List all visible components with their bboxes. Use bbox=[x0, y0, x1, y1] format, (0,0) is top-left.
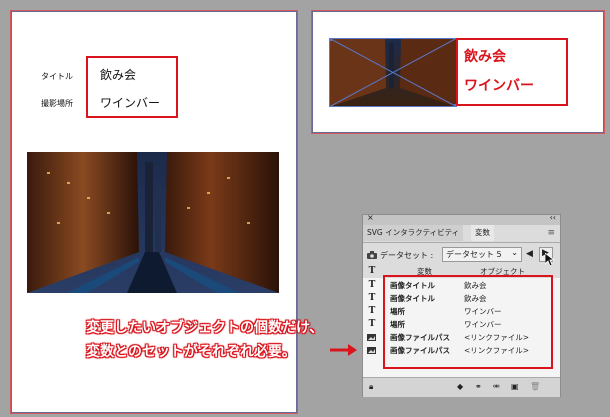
panel-menu-icon[interactable]: ≡ bbox=[547, 228, 555, 238]
prev-dataset-icon[interactable]: ◀ bbox=[526, 249, 533, 259]
trash-icon[interactable]: 🗑︎ bbox=[530, 382, 540, 391]
text-type-icon: T bbox=[368, 266, 376, 276]
dataset-label: データセット : bbox=[380, 251, 434, 260]
text-variables-box[interactable]: 飲み会 ワインバー bbox=[86, 56, 178, 118]
panel-bottom-toolbar: 🔒︎ ◆ ⚭ ⚮ ▣ 🗑︎ bbox=[363, 377, 560, 397]
tab-variables[interactable]: 変数 bbox=[471, 225, 494, 241]
placeholder-image-frame[interactable] bbox=[329, 38, 457, 107]
divider bbox=[363, 242, 560, 243]
close-icon[interactable]: × bbox=[367, 213, 374, 222]
annotation-line-1: 変更したいオブジェクトの個数だけ、 bbox=[86, 320, 324, 336]
lock-icon[interactable]: 🔒︎ bbox=[369, 382, 373, 392]
city-night-photo[interactable] bbox=[27, 152, 279, 293]
location-label: 撮影場所 bbox=[41, 99, 73, 108]
title-value: 飲み会 bbox=[100, 68, 137, 82]
text-variable-icon: T bbox=[368, 293, 376, 303]
highlight-box bbox=[383, 275, 553, 369]
make-static-icon[interactable]: ◆ bbox=[457, 382, 463, 391]
dataset-select[interactable]: データセット 5 ⌄ bbox=[442, 247, 522, 262]
right-title-text: 飲み会 bbox=[464, 49, 506, 65]
dataset-value: データセット 5 bbox=[446, 250, 502, 259]
link-variable-icon[interactable]: ⚭ bbox=[475, 382, 482, 391]
chevron-down-icon: ⌄ bbox=[511, 248, 518, 257]
right-artboard: 飲み会 ワインバー bbox=[311, 10, 605, 134]
text-variable-icon: T bbox=[368, 319, 376, 329]
annotation-line-2: 変数とのセットがそれぞれ必要。 bbox=[86, 344, 296, 360]
text-variable-icon: T bbox=[368, 306, 376, 316]
image-variable-icon bbox=[367, 347, 376, 354]
unlink-variable-icon[interactable]: ⚮ bbox=[493, 382, 500, 391]
variables-panel: × ‹‹ SVG インタラクティビティ 変数 ≡ データセット : データセット… bbox=[362, 213, 561, 397]
new-variable-icon[interactable]: ▣ bbox=[511, 382, 519, 391]
collapse-icon[interactable]: ‹‹ bbox=[550, 213, 556, 222]
image-variable-icon bbox=[367, 334, 376, 341]
panel-titlebar[interactable]: × ‹‹ bbox=[363, 213, 560, 225]
arrow-right-icon bbox=[330, 344, 357, 356]
camera-icon[interactable] bbox=[367, 251, 377, 259]
text-variable-icon: T bbox=[368, 280, 376, 290]
location-value: ワインバー bbox=[100, 96, 161, 110]
right-location-text: ワインバー bbox=[464, 78, 534, 94]
text-frame-box[interactable]: 飲み会 ワインバー bbox=[456, 38, 568, 106]
title-label: タイトル bbox=[41, 72, 73, 81]
tab-svg-interactivity[interactable]: SVG インタラクティビティ bbox=[363, 225, 464, 241]
